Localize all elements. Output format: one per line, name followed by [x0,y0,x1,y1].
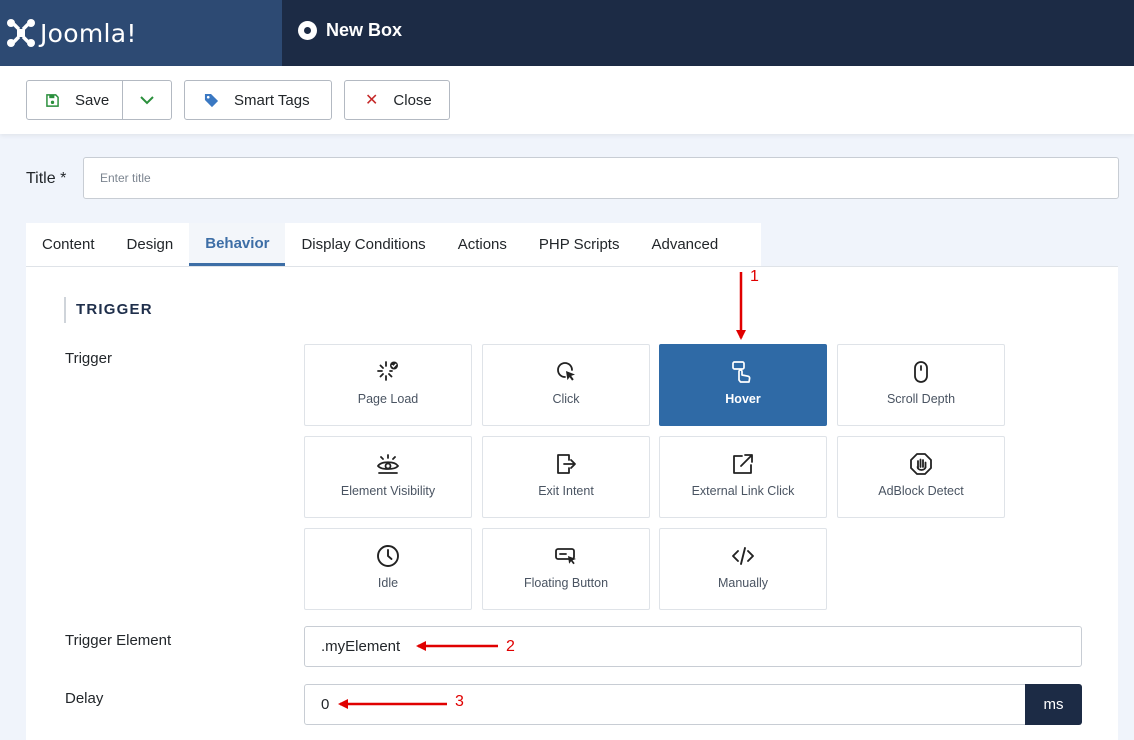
tab-behavior[interactable]: Behavior [189,223,286,266]
title-input[interactable] [83,157,1119,199]
close-button[interactable]: ✕ Close [344,80,450,120]
floating-button-icon [553,543,579,569]
delay-value: 0 [321,696,330,713]
annotation-number-3: 3 [455,693,464,710]
tab-actions[interactable]: Actions [442,223,523,266]
trigger-option-adblock-detect[interactable]: AdBlock Detect [837,436,1005,518]
page-title: New Box [326,20,403,40]
trigger-option-label: Manually [717,576,769,590]
click-icon [553,359,579,385]
page-load-icon [375,359,401,385]
external-link-icon [730,451,756,477]
trigger-option-hover[interactable]: Hover [659,344,827,426]
page-title-group: New Box [298,20,402,41]
brand-logo[interactable]: Joomla! [0,0,282,66]
trigger-element-value: .myElement [321,638,401,655]
save-button-label: Save [75,91,110,109]
joomla-logo-icon [7,19,35,47]
tab-php-scripts[interactable]: PHP Scripts [523,223,636,266]
brand-name: Joomla! [40,18,137,48]
smart-tags-label: Smart Tags [234,91,310,109]
trigger-option-label: Scroll Depth [886,392,956,406]
trigger-option-manually[interactable]: Manually [659,528,827,610]
code-icon [730,543,756,569]
hover-hand-icon [730,359,756,385]
annotation-number-1: 1 [750,268,759,285]
trigger-option-idle[interactable]: Idle [304,528,472,610]
trigger-option-label: Hover [725,392,761,406]
delay-input[interactable]: 0 [304,684,1026,725]
trigger-option-label: Page Load [357,392,419,406]
close-icon: ✕ [365,92,379,109]
behavior-panel: TRIGGER Trigger Page Load Click Hover Sc… [26,266,1118,740]
app-header: Joomla! New Box [0,0,1134,66]
title-label: Title * [26,170,67,187]
delay-label: Delay [65,690,104,707]
trigger-option-external-link-click[interactable]: External Link Click [659,436,827,518]
save-button[interactable]: Save [27,81,123,119]
tag-icon [204,93,219,107]
trigger-option-click[interactable]: Click [482,344,650,426]
trigger-option-label: Idle [377,576,399,590]
save-dropdown-toggle[interactable] [123,81,171,119]
tab-display-conditions[interactable]: Display Conditions [285,223,441,266]
toolbar: Save Smart Tags ✕ Close [0,66,1134,134]
trigger-option-label: Click [552,392,580,406]
clock-icon [375,543,401,569]
floppy-disk-icon [46,93,59,107]
close-label: Close [393,91,432,109]
section-heading: TRIGGER [64,297,153,323]
chevron-down-icon [140,96,154,105]
trigger-option-label: Exit Intent [538,484,594,498]
mouse-icon [908,359,934,385]
trigger-option-label: Floating Button [523,576,609,590]
smart-tags-button[interactable]: Smart Tags [184,80,332,120]
trigger-option-exit-intent[interactable]: Exit Intent [482,436,650,518]
save-button-group: Save [26,80,172,120]
trigger-element-input[interactable]: .myElement [304,626,1082,667]
record-circle-icon [298,21,317,40]
trigger-option-element-visibility[interactable]: Element Visibility [304,436,472,518]
tab-design[interactable]: Design [111,223,190,266]
trigger-element-label: Trigger Element [65,632,172,649]
trigger-option-page-load[interactable]: Page Load [304,344,472,426]
trigger-option-label: External Link Click [691,484,795,498]
tab-bar: Content Design Behavior Display Conditio… [26,223,761,267]
trigger-option-label: AdBlock Detect [878,484,964,498]
annotation-number-2: 2 [506,638,515,655]
delay-unit-addon: ms [1025,684,1082,725]
trigger-option-label: Element Visibility [340,484,436,498]
tab-advanced[interactable]: Advanced [635,223,734,266]
trigger-option-scroll-depth[interactable]: Scroll Depth [837,344,1005,426]
exit-icon [553,451,579,477]
trigger-option-floating-button[interactable]: Floating Button [482,528,650,610]
trigger-label: Trigger [65,350,112,367]
eye-icon [375,451,401,477]
hand-stop-icon [908,451,934,477]
tab-content[interactable]: Content [26,223,111,266]
